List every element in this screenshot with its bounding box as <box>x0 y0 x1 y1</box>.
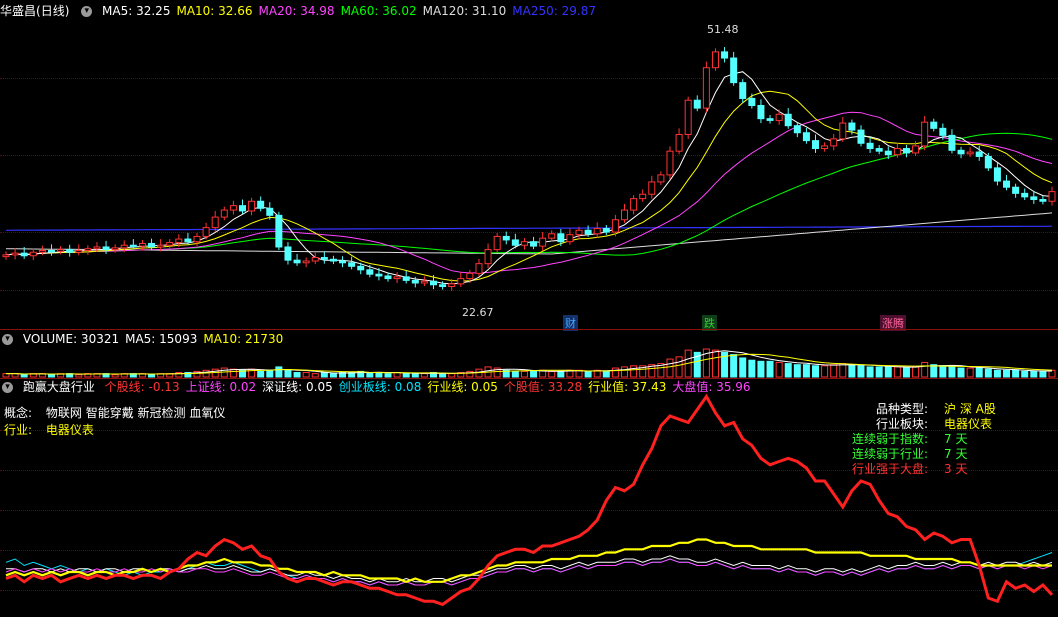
info-row-value: 7 天 <box>944 432 968 446</box>
info-row-value: 电器仪表 <box>944 417 993 431</box>
info-row-label: 行业板块: <box>875 417 928 431</box>
info-row: 连续弱于行业: 7 天 <box>820 447 1020 462</box>
info-row-label: 连续弱于指数: <box>851 432 928 446</box>
info-row-label: 行业强于大盘: <box>851 462 928 476</box>
info-row-value: 7 天 <box>944 447 968 461</box>
info-row: 品种类型: 沪 深 A股 <box>820 402 1020 417</box>
info-row-value: 沪 深 A股 <box>944 402 996 416</box>
info-row-value: 3 天 <box>944 462 968 476</box>
info-row-label: 品种类型: <box>875 402 928 416</box>
concept-info: 概念: 物联网 智能穿戴 新冠检测 血氧仪 行业: 电器仪表 <box>4 405 225 439</box>
info-row: 行业强于大盘: 3 天 <box>820 462 1020 477</box>
concept-label: 概念: <box>4 406 33 420</box>
stock-type-info: 品种类型: 沪 深 A股 行业板块: 电器仪表 连续弱于指数: 7 天连续弱于行业: 7 天… <box>820 402 1020 477</box>
industry-label: 行业: <box>4 423 33 437</box>
concept-value: 物联网 智能穿戴 新冠检测 血氧仪 <box>45 406 226 420</box>
indicator-chart[interactable] <box>0 0 1058 617</box>
info-row: 连续弱于指数: 7 天 <box>820 432 1020 447</box>
industry-value: 电器仪表 <box>45 423 94 437</box>
info-row: 行业板块: 电器仪表 <box>820 417 1020 432</box>
info-row-label: 连续弱于行业: <box>851 447 928 461</box>
